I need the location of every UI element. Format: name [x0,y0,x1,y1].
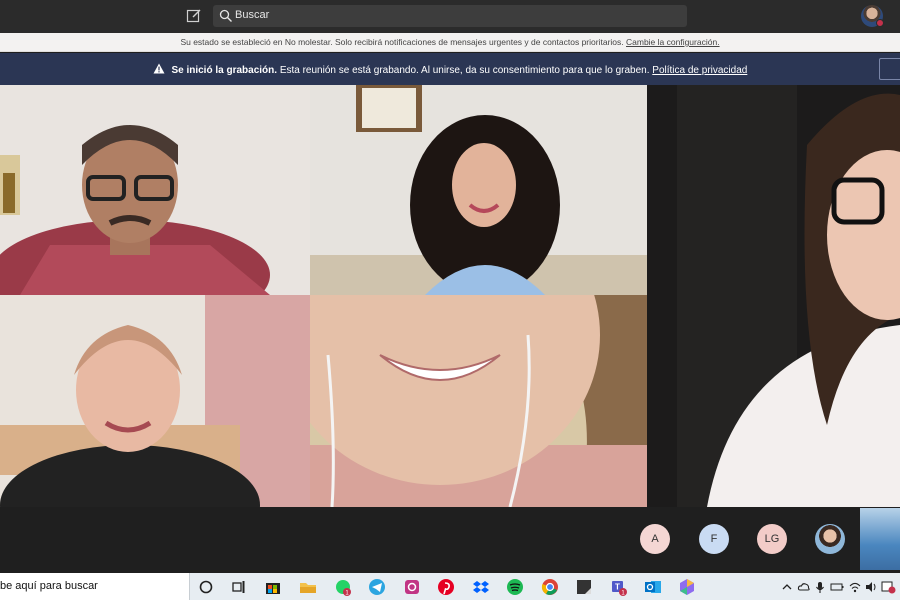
title-bar: Buscar [0,0,900,33]
search-placeholder: Buscar [235,9,270,21]
sticky-notes-icon[interactable] [574,577,594,597]
taskbar-search-text: be aquí para buscar [0,580,98,592]
video-tile-3[interactable] [0,295,310,507]
dropbox-icon[interactable] [471,577,491,597]
photos-app-icon[interactable] [677,577,697,597]
telegram-icon[interactable] [367,577,387,597]
chrome-icon[interactable] [540,577,560,597]
pinterest-icon[interactable] [436,577,456,597]
task-view-icon[interactable] [229,577,249,597]
video-tile-1[interactable] [0,85,310,295]
video-tile-4[interactable] [310,295,647,507]
outlook-icon[interactable] [643,577,663,597]
dnd-status-badge [876,19,884,27]
search-icon [219,9,232,22]
svg-text:T: T [615,583,620,592]
chevron-up-icon[interactable] [781,579,793,595]
battery-icon[interactable] [830,579,844,595]
windows-taskbar: be aquí para buscar 1 T 1 [0,573,900,600]
cloud-sync-icon[interactable] [797,579,811,595]
recording-title: Se inició la grabación. [171,65,278,76]
store-icon[interactable] [263,577,283,597]
dismiss-banner-button[interactable] [879,58,900,80]
cortana-icon[interactable] [196,577,216,597]
video-tile-2[interactable] [310,85,647,295]
taskbar-search-box[interactable]: be aquí para buscar [0,573,190,600]
privacy-policy-link[interactable]: Política de privacidad [652,65,747,76]
new-chat-icon[interactable] [186,8,202,24]
participant-avatar-lg[interactable]: LG [757,524,787,554]
instagram-icon[interactable] [402,577,422,597]
volume-icon[interactable] [864,579,878,595]
dnd-banner: Su estado se estableció en No molestar. … [0,33,900,52]
change-settings-link[interactable]: Cambie la configuración. [626,37,720,47]
file-explorer-icon[interactable] [298,577,318,597]
participant-avatar-a[interactable]: A [640,524,670,554]
participant-avatar-photo[interactable] [815,524,845,554]
video-feed-woman-closeup [310,295,647,507]
video-tile-5[interactable] [647,85,900,507]
video-feed-woman-curly-hair [310,85,647,295]
video-feed-woman-dark-background [647,85,900,507]
teams-icon[interactable]: T 1 [609,577,629,597]
recording-banner: Se inició la grabación. Esta reunión se … [0,53,900,85]
search-input[interactable]: Buscar [213,5,687,27]
video-feed-woman-short-hair [0,295,310,507]
teams-meeting-window: Buscar Su estado se estableció en No mol… [0,0,900,600]
self-view-thumbnail[interactable] [860,508,900,570]
spotify-icon[interactable] [505,577,525,597]
notifications-icon[interactable] [880,579,896,595]
wifi-icon[interactable] [848,579,862,595]
recording-message: Esta reunión se está grabando. Al unirse… [279,65,650,76]
video-feed-man-glasses [0,85,310,295]
whatsapp-icon[interactable]: 1 [333,577,353,597]
participant-avatar-f[interactable]: F [699,524,729,554]
microphone-icon[interactable] [814,579,826,595]
dnd-message: Su estado se estableció en No molestar. … [180,37,624,47]
warning-icon [153,63,165,74]
